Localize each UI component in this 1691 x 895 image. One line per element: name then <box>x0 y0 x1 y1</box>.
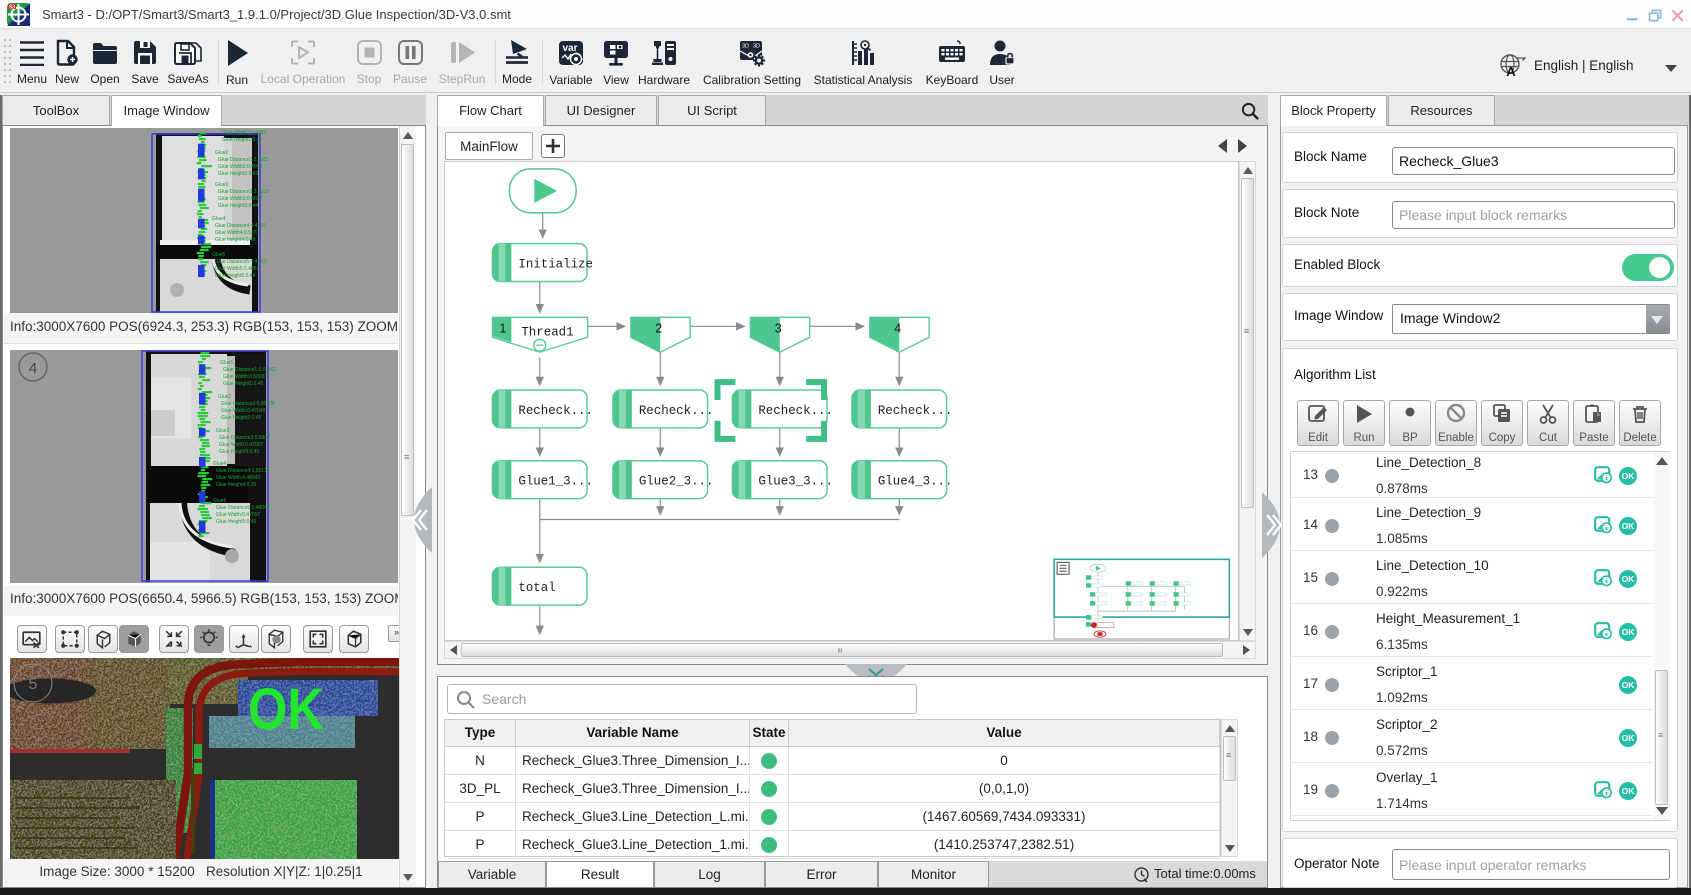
svg-text:Glue3: Glue3 <box>215 182 229 188</box>
svg-text:Glue3_3...: Glue3_3... <box>758 475 833 489</box>
svg-text:Glue2_3...: Glue2_3... <box>639 475 714 489</box>
svg-text:Glue Width:0.50033: Glue Width:0.50033 <box>223 374 267 380</box>
svg-text:total: total <box>518 581 555 595</box>
svg-text:Glue Distance3:5.0902: Glue Distance3:5.0902 <box>219 435 270 441</box>
svg-text:Glue Distance5:4.4159: Glue Distance5:4.4159 <box>215 259 266 265</box>
svg-text:Glue3: Glue3 <box>216 428 230 434</box>
svg-text:Glue Height4:0.25: Glue Height4:0.25 <box>216 482 257 488</box>
svg-text:Recheck...: Recheck... <box>518 404 593 418</box>
svg-text:Thread1: Thread1 <box>521 325 573 339</box>
svg-text:Glue2: Glue2 <box>215 150 229 156</box>
svg-text:Glue Distance2:5.06208: Glue Distance2:5.06208 <box>221 401 275 407</box>
svg-text:Recheck...: Recheck... <box>758 404 833 418</box>
svg-text:Glue Width:0.47048: Glue Width:0.47048 <box>221 408 265 414</box>
svg-text:Glue Width3:0.5032: Glue Width3:0.5032 <box>218 196 262 202</box>
svg-text:Glue Height2:0.43: Glue Height2:0.43 <box>218 171 259 177</box>
svg-text:3D: 3D <box>753 44 760 50</box>
svg-text:Glue Height3:0.45: Glue Height3:0.45 <box>219 449 260 455</box>
svg-text:Glue Height1:0.42: Glue Height1:0.42 <box>222 137 263 143</box>
svg-text:Glue Width:4.48043: Glue Width:4.48043 <box>216 475 260 481</box>
svg-text:4: 4 <box>29 360 37 377</box>
svg-text:Glue Height2:0.45: Glue Height2:0.45 <box>221 415 262 421</box>
svg-text:Glue Height1:0.45: Glue Height1:0.45 <box>223 381 264 387</box>
svg-text:Glue Height4:0.45: Glue Height4:0.45 <box>215 237 256 243</box>
svg-text:Glue Distance1:5.05462: Glue Distance1:5.05462 <box>223 367 277 373</box>
svg-text:1: 1 <box>499 321 506 335</box>
svg-text:OK: OK <box>248 677 324 742</box>
svg-text:3: 3 <box>775 321 782 335</box>
svg-text:S3: S3 <box>9 5 15 11</box>
svg-text:A: A <box>1506 64 1516 78</box>
svg-text:2: 2 <box>655 321 662 335</box>
svg-text:Glue Height5:0.45: Glue Height5:0.45 <box>216 519 257 525</box>
svg-text:var: var <box>562 43 577 54</box>
svg-text:Glue1_3...: Glue1_3... <box>518 475 593 489</box>
svg-text:Glue Width5:0.4857: Glue Width5:0.4857 <box>215 266 259 272</box>
svg-text:Glue Distance5:1.48068: Glue Distance5:1.48068 <box>216 505 270 511</box>
svg-text:Glue Width4:0.5273: Glue Width4:0.5273 <box>215 230 259 236</box>
svg-text:Glue4: Glue4 <box>212 216 226 222</box>
svg-text:Glue Distance4:4.4739: Glue Distance4:4.4739 <box>215 223 266 229</box>
svg-text:Glue5: Glue5 <box>213 498 227 504</box>
svg-text:5: 5 <box>29 676 38 693</box>
svg-text:Glue Distance3:3.7659: Glue Distance3:3.7659 <box>218 189 269 195</box>
svg-text:Glue Distance2:3.2985: Glue Distance2:3.2985 <box>218 157 269 163</box>
svg-text:Glue Distance4:1.00118: Glue Distance4:1.00118 <box>216 468 269 474</box>
svg-text:Glue Height3:0.44: Glue Height3:0.44 <box>218 203 259 209</box>
svg-text:Glue Height5:0.44: Glue Height5:0.44 <box>215 273 256 279</box>
svg-text:Glue Width2:0.4963: Glue Width2:0.4963 <box>218 164 262 170</box>
svg-text:Glue2: Glue2 <box>218 394 232 400</box>
svg-text:Glue Width1:0.4983: Glue Width1:0.4983 <box>222 130 266 136</box>
svg-text:Glue Width:0.47067: Glue Width:0.47067 <box>219 442 263 448</box>
svg-text:Recheck...: Recheck... <box>878 404 953 418</box>
svg-text:Recheck...: Recheck... <box>639 404 714 418</box>
svg-text:Glue4_3...: Glue4_3... <box>878 475 953 489</box>
svg-text:Glue1: Glue1 <box>220 360 234 366</box>
svg-text:Glue Width:0.47057: Glue Width:0.47057 <box>216 512 260 518</box>
svg-text:Glue4: Glue4 <box>213 461 227 467</box>
svg-text:3D: 3D <box>742 44 749 50</box>
svg-text:4: 4 <box>894 321 901 335</box>
svg-text:Initialize: Initialize <box>518 258 593 272</box>
svg-text:Glue5: Glue5 <box>212 252 226 258</box>
